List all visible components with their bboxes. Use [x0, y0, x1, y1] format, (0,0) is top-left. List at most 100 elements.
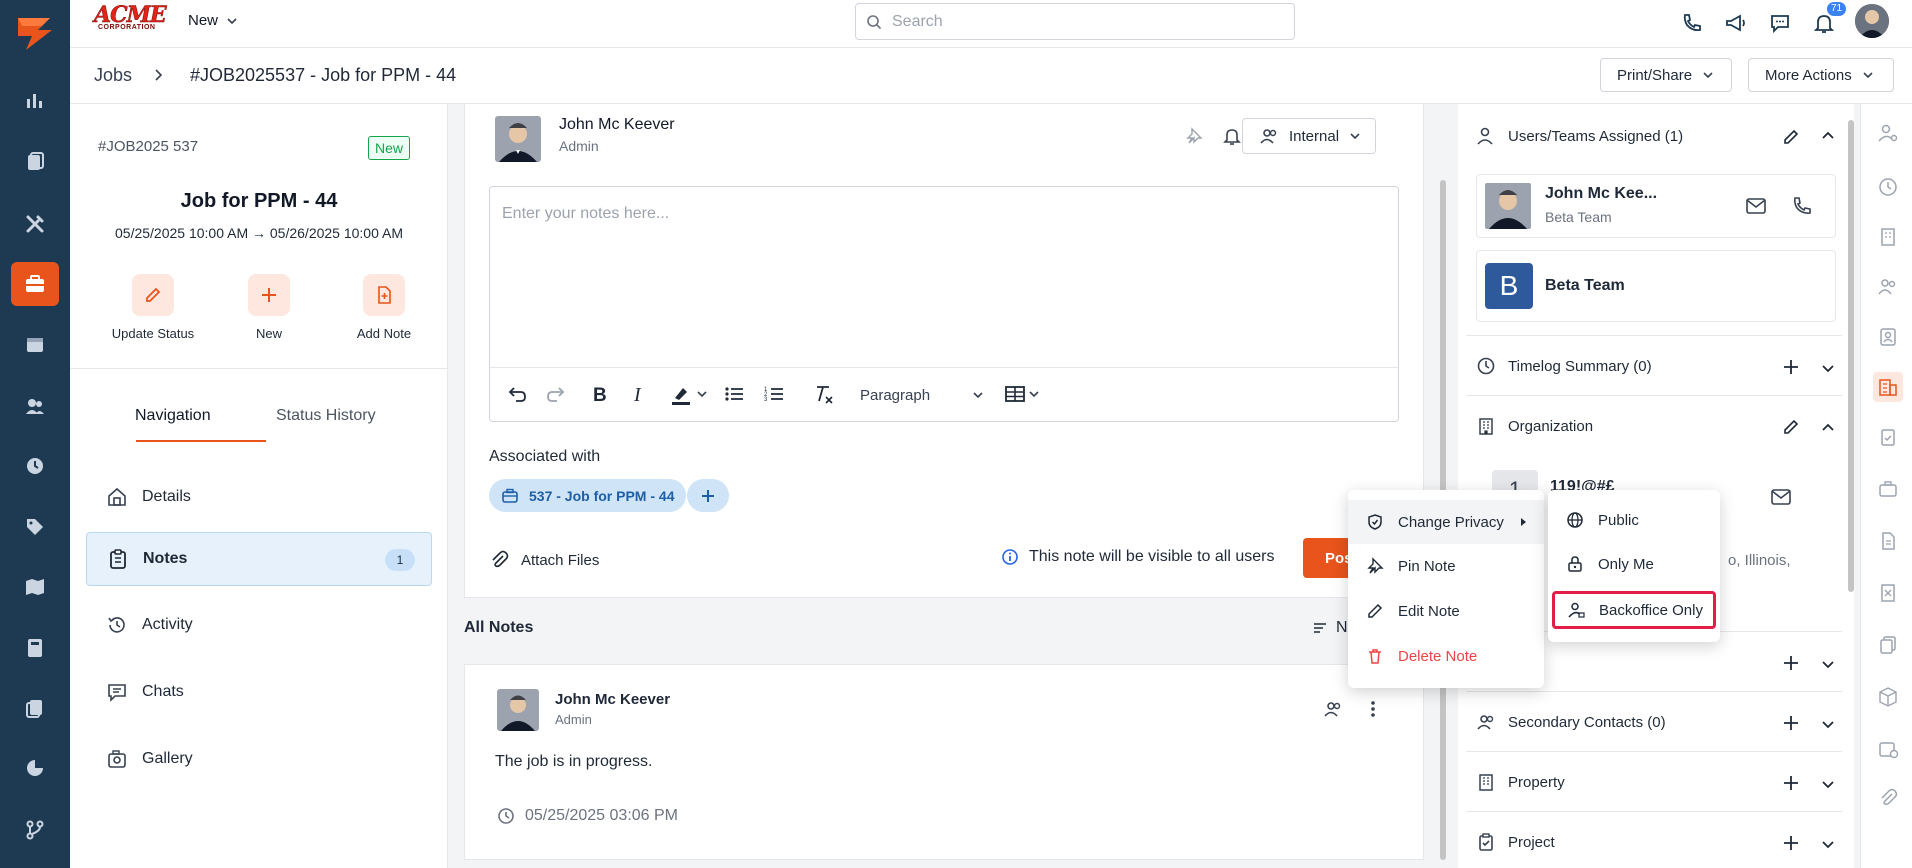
document-icon[interactable]	[1873, 526, 1903, 556]
numbered-list-icon[interactable]: 123	[763, 383, 785, 405]
update-status-button[interactable]: Update Status	[93, 274, 213, 341]
assigned-user-card[interactable]: John Mc Kee... Beta Team	[1476, 174, 1836, 238]
tab-status-history[interactable]: Status History	[276, 407, 376, 425]
privacy-only-me-option[interactable]: Only Me	[1548, 542, 1720, 586]
expand-chevron-icon[interactable]	[1820, 836, 1836, 852]
italic-icon[interactable]: I	[630, 383, 650, 405]
bell-icon[interactable]	[1222, 126, 1242, 146]
nav-item-details[interactable]: Details	[86, 470, 432, 524]
megaphone-icon[interactable]	[1721, 8, 1751, 38]
tools-icon[interactable]	[11, 202, 59, 246]
mail-icon[interactable]	[1745, 197, 1767, 215]
analytics-icon[interactable]	[11, 746, 59, 790]
expand-chevron-icon[interactable]	[1820, 776, 1836, 792]
copy-icon[interactable]	[1873, 630, 1903, 660]
phone-icon[interactable]	[1791, 195, 1813, 217]
chevron-down-icon[interactable]	[696, 388, 708, 400]
jobs-icon[interactable]	[11, 262, 59, 306]
users-teams-header[interactable]: Users/Teams Assigned (1)	[1476, 126, 1683, 146]
attachment-icon[interactable]	[1873, 784, 1903, 814]
assigned-team-card[interactable]: B Beta Team	[1476, 250, 1836, 322]
privacy-public-option[interactable]: Public	[1548, 498, 1720, 542]
new-button[interactable]: New	[209, 274, 329, 341]
attach-files-button[interactable]: Attach Files	[489, 550, 599, 570]
map-icon[interactable]	[11, 565, 59, 609]
tab-navigation[interactable]: Navigation	[135, 407, 211, 425]
nav-item-notes[interactable]: Notes 1	[86, 532, 432, 586]
add-timelog-icon[interactable]	[1782, 358, 1800, 376]
associated-job-chip[interactable]: 537 - Job for PPM - 44	[489, 479, 687, 512]
add-project-icon[interactable]	[1782, 834, 1800, 852]
time-icon[interactable]	[11, 444, 59, 488]
bold-icon[interactable]: B	[590, 383, 610, 405]
note-editor[interactable]: Enter your notes here... B I 123 Paragra…	[489, 186, 1399, 422]
phone-icon[interactable]	[1677, 8, 1707, 38]
expand-chevron-icon[interactable]	[1820, 656, 1836, 672]
add-property-icon[interactable]	[1782, 774, 1800, 792]
search-bar[interactable]	[855, 3, 1295, 40]
delete-note-menu-item[interactable]: Delete Note	[1348, 634, 1544, 678]
history-icon[interactable]	[1873, 172, 1903, 202]
edit-users-icon[interactable]	[1782, 128, 1800, 146]
privacy-backoffice-only-option[interactable]: Backoffice Only	[1552, 591, 1716, 629]
edit-note-menu-item[interactable]: Edit Note	[1348, 589, 1544, 633]
notifications-bell-icon[interactable]: 71	[1809, 2, 1847, 38]
collapse-chevron-icon[interactable]	[1820, 420, 1836, 436]
add-secondary-contact-icon[interactable]	[1782, 714, 1800, 732]
print-share-button[interactable]: Print/Share	[1600, 58, 1732, 92]
secondary-contacts-header[interactable]: Secondary Contacts (0)	[1476, 712, 1666, 732]
files-icon[interactable]	[11, 686, 59, 730]
users-icon[interactable]	[1873, 272, 1903, 302]
nav-item-chats[interactable]: Chats	[86, 665, 432, 719]
contacts-icon[interactable]	[11, 384, 59, 428]
paragraph-select[interactable]: Paragraph	[850, 381, 990, 409]
add-contact-icon[interactable]	[1782, 654, 1800, 672]
clipboard-check-icon[interactable]	[1873, 422, 1903, 452]
user-avatar[interactable]	[1855, 4, 1889, 38]
visibility-select[interactable]: Internal	[1242, 118, 1376, 154]
bullet-list-icon[interactable]	[723, 383, 745, 405]
tag-icon[interactable]	[11, 505, 59, 549]
user-settings-icon[interactable]	[1873, 118, 1903, 148]
app-logo-icon[interactable]	[12, 10, 58, 56]
calendar-icon[interactable]	[11, 322, 59, 366]
breadcrumb-jobs-link[interactable]: Jobs	[94, 65, 132, 86]
invoice-icon[interactable]	[1873, 578, 1903, 608]
pin-icon[interactable]	[1184, 126, 1204, 146]
new-menu-button[interactable]: New	[188, 12, 238, 29]
project-header[interactable]: Project	[1476, 832, 1555, 852]
expand-chevron-icon[interactable]	[1820, 360, 1836, 376]
edit-organization-icon[interactable]	[1782, 418, 1800, 436]
sort-button[interactable]: N	[1312, 619, 1348, 637]
schedule-icon[interactable]	[1873, 734, 1903, 764]
brand-logo[interactable]: ACME CORPORATION	[94, 4, 167, 31]
table-icon[interactable]	[1004, 383, 1026, 405]
pin-note-menu-item[interactable]: Pin Note	[1348, 544, 1544, 588]
change-privacy-menu-item[interactable]: Change Privacy	[1348, 500, 1544, 544]
highlight-icon[interactable]	[670, 383, 692, 405]
redo-icon[interactable]	[545, 383, 567, 405]
timelog-header[interactable]: Timelog Summary (0)	[1476, 356, 1652, 376]
organization-header[interactable]: Organization	[1476, 416, 1593, 436]
nav-item-gallery[interactable]: Gallery	[86, 732, 432, 786]
clear-format-icon[interactable]	[813, 383, 835, 405]
collapse-chevron-icon[interactable]	[1820, 128, 1836, 144]
search-input[interactable]	[892, 12, 1272, 31]
mail-icon[interactable]	[1770, 488, 1792, 506]
chevron-down-icon[interactable]	[1028, 388, 1040, 400]
building-icon[interactable]	[1873, 222, 1903, 252]
reports-icon[interactable]	[11, 78, 59, 122]
property-building-icon[interactable]	[1873, 372, 1903, 402]
add-note-button[interactable]: Add Note	[324, 274, 444, 341]
details-scrollbar[interactable]	[1848, 120, 1854, 592]
workflow-icon[interactable]	[11, 808, 59, 852]
add-association-button[interactable]	[687, 479, 729, 512]
nav-item-activity[interactable]: Activity	[86, 598, 432, 652]
documents-icon[interactable]	[11, 140, 59, 184]
package-icon[interactable]	[1873, 682, 1903, 712]
expand-chevron-icon[interactable]	[1820, 716, 1836, 732]
contact-card-icon[interactable]	[1873, 322, 1903, 352]
more-actions-button[interactable]: More Actions	[1748, 58, 1894, 92]
property-header[interactable]: Property	[1476, 772, 1565, 792]
briefcase-icon[interactable]	[1873, 474, 1903, 504]
